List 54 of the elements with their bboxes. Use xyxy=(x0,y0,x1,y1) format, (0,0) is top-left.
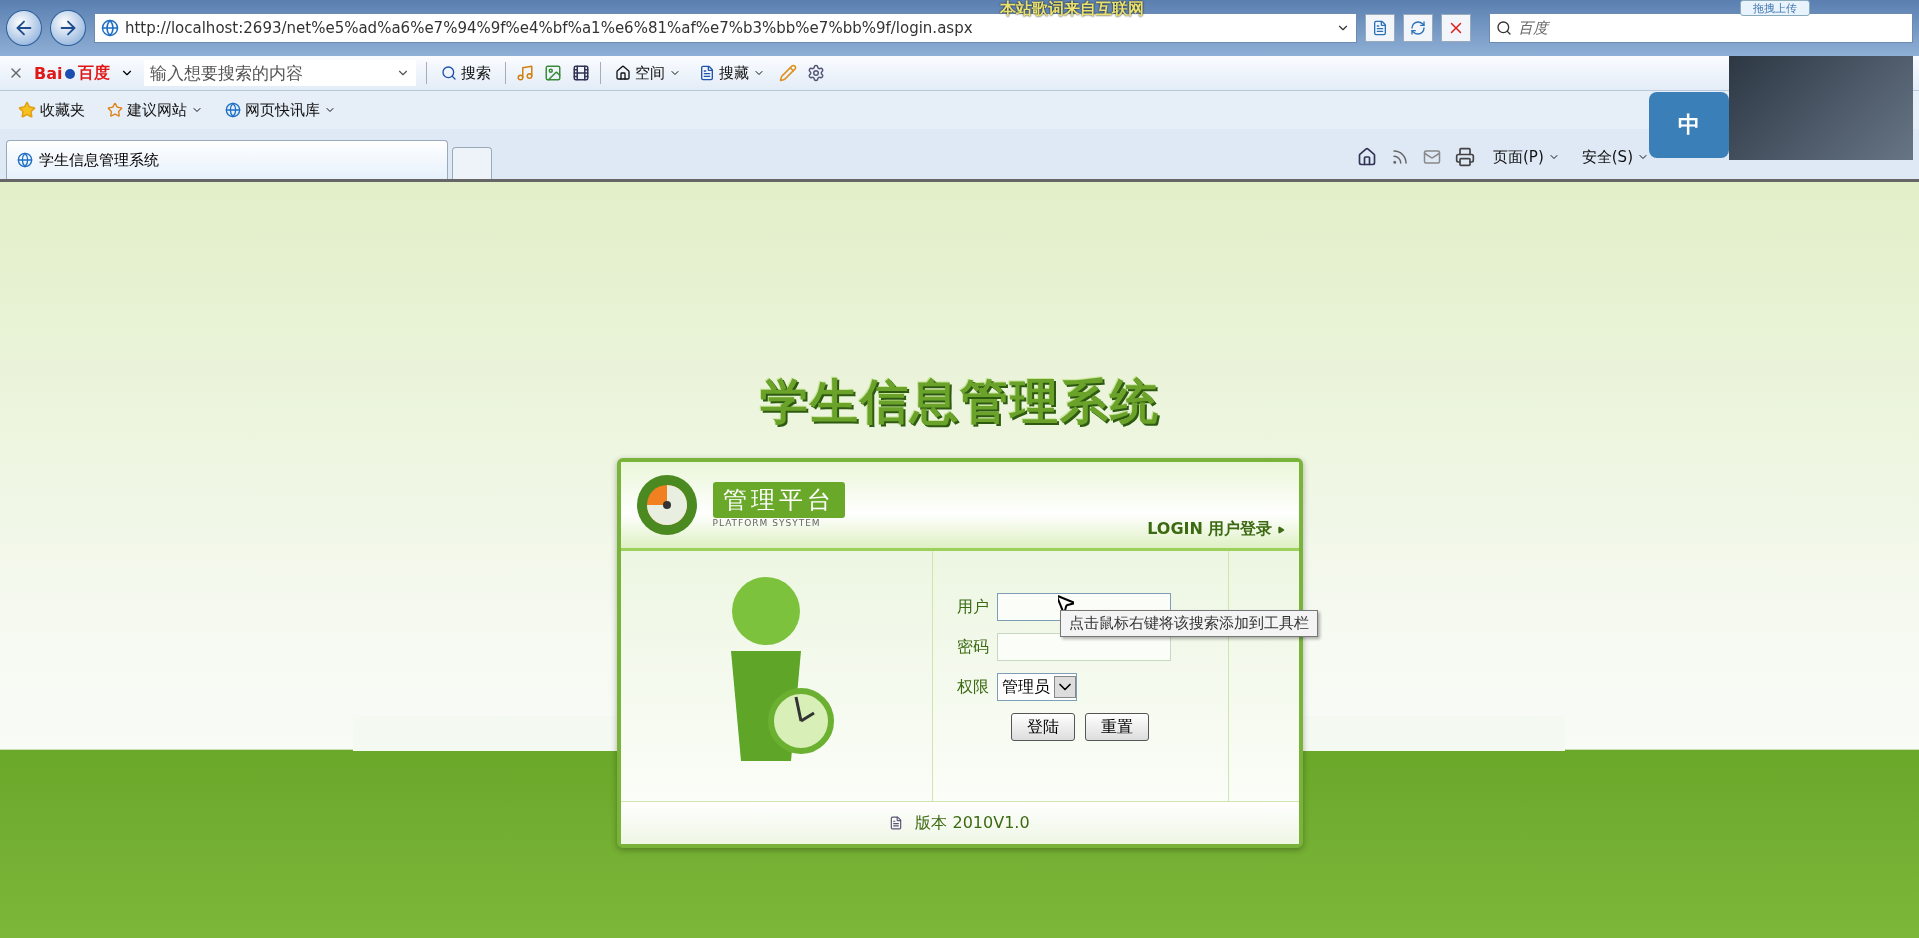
upload-button[interactable]: 拖拽上传 xyxy=(1740,0,1810,16)
role-select[interactable]: 管理员 xyxy=(996,673,1077,701)
stop-button[interactable] xyxy=(1441,14,1472,42)
home-icon xyxy=(615,65,632,81)
toolbar-search-field[interactable]: 输入想要搜索的内容 xyxy=(144,60,417,86)
home-icon[interactable] xyxy=(1357,147,1377,167)
printer-icon[interactable] xyxy=(1455,147,1475,167)
password-field[interactable] xyxy=(996,633,1171,661)
film-icon[interactable] xyxy=(572,64,591,82)
field-label: 用户 xyxy=(956,596,989,618)
caret-icon xyxy=(1053,676,1076,698)
pencil-icon[interactable] xyxy=(779,64,798,82)
globe-icon xyxy=(100,19,119,37)
favorites-link[interactable]: 建议网站 xyxy=(103,98,207,122)
tooltip: 点击鼠标右键将该搜索添加到工具栏 xyxy=(1060,610,1318,637)
search-icon xyxy=(441,65,458,81)
favorites-button[interactable]: 收藏夹 xyxy=(14,98,89,122)
globe-icon xyxy=(17,152,33,168)
badge: 管理平台 xyxy=(712,482,845,518)
mail-icon[interactable] xyxy=(1423,148,1441,166)
star-icon xyxy=(18,101,36,119)
toolbar-button[interactable]: 搜藏 xyxy=(695,61,770,85)
music-icon[interactable] xyxy=(516,64,535,82)
document-icon xyxy=(1372,20,1389,36)
form-button[interactable]: 登陆 xyxy=(1010,713,1075,741)
form-button[interactable]: 重置 xyxy=(1084,713,1149,741)
gauge-logo-icon xyxy=(634,473,699,537)
globe-icon xyxy=(225,102,241,118)
browser-tab[interactable]: 学生信息管理系统 xyxy=(6,140,448,179)
search-field[interactable]: 百度 xyxy=(1489,13,1913,43)
compat-button[interactable] xyxy=(1365,14,1396,42)
page-title: 学生信息管理系统 xyxy=(759,372,1160,431)
version-text: 版本 2010V1.0 xyxy=(915,812,1030,834)
toolbar-button[interactable]: 空间 xyxy=(611,61,686,85)
back-button[interactable] xyxy=(6,10,42,46)
search-icon xyxy=(1496,20,1513,36)
forward-button[interactable] xyxy=(50,10,86,46)
triangle-icon xyxy=(1276,525,1285,534)
star-icon xyxy=(107,102,123,118)
ime-widget[interactable]: 中 xyxy=(1649,92,1729,158)
image-icon[interactable] xyxy=(544,64,563,82)
refresh-icon xyxy=(1410,20,1427,36)
rss-icon[interactable] xyxy=(1391,148,1409,166)
field-label: 权限 xyxy=(956,676,989,698)
login-link[interactable]: LOGIN 用户登录 xyxy=(1147,519,1285,540)
refresh-button[interactable] xyxy=(1403,14,1434,42)
document-icon xyxy=(889,816,904,830)
logo: Bai 百度 xyxy=(34,62,111,84)
subtitle: PLATFORM SYSYTEM xyxy=(712,518,822,528)
menu-button[interactable]: 页面(P) xyxy=(1489,145,1564,169)
search-button[interactable]: 搜索 xyxy=(437,61,496,85)
settings-icon[interactable] xyxy=(807,64,826,82)
field-label: 密码 xyxy=(956,636,989,658)
favorites-link[interactable]: 网页快讯库 xyxy=(221,98,340,122)
